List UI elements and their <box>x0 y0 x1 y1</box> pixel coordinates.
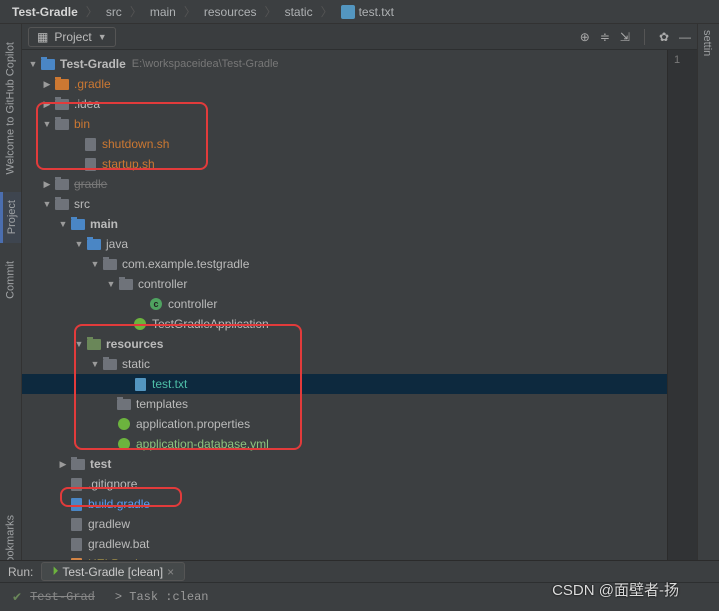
project-icon: ▦ <box>37 30 48 44</box>
tree-templates[interactable]: templates <box>22 394 697 414</box>
tree-startup[interactable]: startup.sh <box>22 154 697 174</box>
tree-app-props[interactable]: application.properties <box>22 414 697 434</box>
tree-resources[interactable]: resources <box>22 334 697 354</box>
gear-icon[interactable]: ✿ <box>659 30 669 44</box>
left-tool-rail: Welcome to GitHub Copilot Project Commit… <box>0 24 22 610</box>
run-tool-window: Run: ⏵ Test-Gradle [clean] × ✔ Test-Grad… <box>0 560 719 610</box>
rail-copilot[interactable]: Welcome to GitHub Copilot <box>0 34 21 182</box>
run-label: Run: <box>8 565 33 579</box>
tree-shutdown[interactable]: shutdown.sh <box>22 134 697 154</box>
tree-app-class[interactable]: TestGradleApplication <box>22 314 697 334</box>
rail-commit[interactable]: Commit <box>0 253 21 307</box>
file-icon <box>341 5 355 19</box>
tree-gradlew[interactable]: gradlew <box>22 514 697 534</box>
gutter-line-1: 1 <box>674 54 691 66</box>
tree-gradle2[interactable]: gradle <box>22 174 697 194</box>
tree-controller-pkg[interactable]: controller <box>22 274 697 294</box>
tree-gradle-dir[interactable]: .gradle <box>22 74 697 94</box>
breadcrumb-bar: Test-Gradle 〉 src 〉 main 〉 resources 〉 s… <box>0 0 719 24</box>
tree-test-dir[interactable]: test <box>22 454 697 474</box>
tree-test-txt[interactable]: test.txt <box>22 374 697 394</box>
tree-controller-class[interactable]: ccontroller <box>22 294 697 314</box>
editor-gutter: 1 <box>667 50 697 560</box>
check-icon: ✔ <box>12 590 22 605</box>
gradle-icon: ⏵ <box>52 564 58 579</box>
right-tool-rail: settin <box>697 24 719 610</box>
project-tree[interactable]: Test-GradleE:\workspaceidea\Test-Gradle … <box>22 50 697 560</box>
chevron-down-icon: ▼ <box>98 32 107 42</box>
crumb-main[interactable]: main <box>142 5 184 19</box>
tree-bin[interactable]: bin <box>22 114 697 134</box>
crumb-file[interactable]: test.txt <box>333 5 402 19</box>
tree-java[interactable]: java <box>22 234 697 254</box>
rail-settings[interactable]: settin <box>698 24 716 62</box>
crumb-src[interactable]: src <box>98 5 130 19</box>
tree-gitignore[interactable]: .gitignore <box>22 474 697 494</box>
crumb-sep: 〉 <box>86 3 98 20</box>
crumb-resources[interactable]: resources <box>196 5 265 19</box>
tree-main[interactable]: main <box>22 214 697 234</box>
rail-project[interactable]: Project <box>3 192 21 242</box>
crumb-static[interactable]: static <box>277 5 321 19</box>
tree-gradlew-bat[interactable]: gradlew.bat <box>22 534 697 554</box>
arrow-icon[interactable] <box>26 59 40 69</box>
target-icon[interactable]: ⊕ <box>580 30 590 44</box>
hide-icon[interactable]: — <box>679 30 691 44</box>
project-panel-header: ▦ Project ▼ ⊕ ≑ ⇲ ✿ — <box>22 24 697 50</box>
collapse-icon[interactable]: ⇲ <box>620 30 630 44</box>
project-view-dropdown[interactable]: ▦ Project ▼ <box>28 27 116 47</box>
tree-src[interactable]: src <box>22 194 697 214</box>
close-icon[interactable]: × <box>167 565 174 579</box>
tree-build-gradle[interactable]: build.gradle <box>22 494 697 514</box>
crumb-root[interactable]: Test-Gradle <box>4 5 86 19</box>
tree-app-db-yml[interactable]: application-database.yml <box>22 434 697 454</box>
tree-root[interactable]: Test-GradleE:\workspaceidea\Test-Gradle <box>22 54 697 74</box>
tree-idea-dir[interactable]: .idea <box>22 94 697 114</box>
tree-package[interactable]: com.example.testgradle <box>22 254 697 274</box>
expand-icon[interactable]: ≑ <box>600 30 610 44</box>
run-tab[interactable]: ⏵ Test-Gradle [clean] × <box>41 562 185 581</box>
tree-static[interactable]: static <box>22 354 697 374</box>
run-output-line: > Task :clean <box>115 590 209 604</box>
